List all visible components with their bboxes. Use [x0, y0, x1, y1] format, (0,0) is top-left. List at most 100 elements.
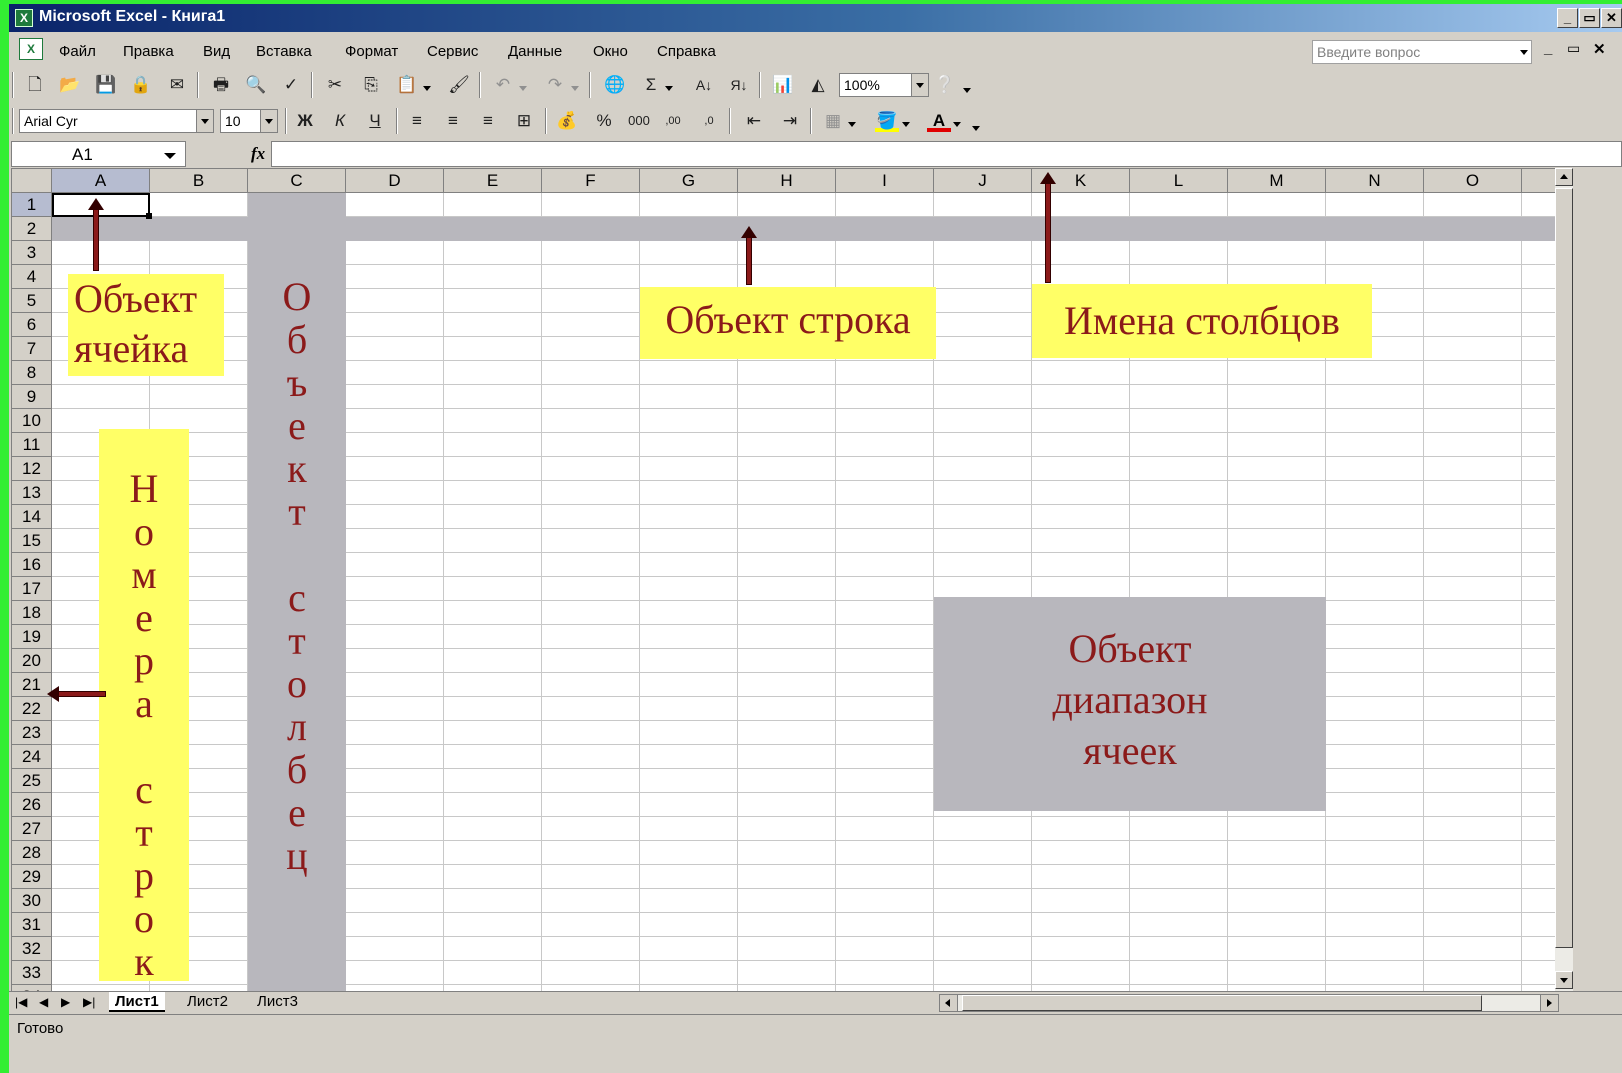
copy-icon[interactable]: ⎘ — [359, 74, 383, 96]
row-header-26[interactable]: 26 — [12, 793, 52, 817]
row-header-2[interactable]: 2 — [12, 217, 52, 241]
row-header-7[interactable]: 7 — [12, 337, 52, 361]
save-icon[interactable]: 💾 — [94, 74, 118, 96]
vertical-scrollbar[interactable] — [1555, 168, 1573, 991]
row-header-23[interactable]: 23 — [12, 721, 52, 745]
row-header-10[interactable]: 10 — [12, 409, 52, 433]
close-button[interactable]: ✕ — [1601, 8, 1622, 28]
help-question-input[interactable] — [1313, 41, 1509, 63]
column-header-g[interactable]: G — [640, 169, 738, 193]
undo-icon[interactable]: ↶ — [491, 74, 515, 96]
undo-dropdown-icon[interactable] — [519, 86, 527, 91]
redo-icon[interactable]: ↷ — [543, 74, 567, 96]
worksheet-grid[interactable]: ABCDEFGHIJKLMNO 1 2 3 4 5 6 7 8 9 10 11 12 13 14 15 16 1… — [11, 168, 1555, 991]
decrease-decimal-button[interactable]: ,0 — [697, 110, 721, 132]
row-header-33[interactable]: 33 — [12, 961, 52, 985]
select-all-corner[interactable] — [12, 169, 52, 193]
workbook-icon[interactable]: X — [19, 38, 43, 60]
row-header-24[interactable]: 24 — [12, 745, 52, 769]
next-sheet-button[interactable]: ▶ — [61, 995, 70, 1009]
decrease-indent-icon[interactable]: ⇤ — [742, 110, 766, 132]
fill-handle[interactable] — [146, 213, 152, 219]
hyperlink-icon[interactable]: 🌐 — [603, 74, 627, 96]
merge-center-icon[interactable]: ⊞ — [512, 110, 536, 132]
open-folder-icon[interactable]: 📂 — [58, 74, 82, 96]
row-header-17[interactable]: 17 — [12, 577, 52, 601]
menu-format[interactable]: Формат — [345, 43, 398, 60]
permission-icon[interactable]: 🔒 — [129, 74, 153, 96]
row-header-25[interactable]: 25 — [12, 769, 52, 793]
increase-indent-icon[interactable]: ⇥ — [778, 110, 802, 132]
column-header-c[interactable]: C — [248, 169, 346, 193]
font-name-dropdown-icon[interactable] — [196, 110, 213, 132]
column-header-b[interactable]: B — [150, 169, 248, 193]
row-header-4[interactable]: 4 — [12, 265, 52, 289]
row-header-9[interactable]: 9 — [12, 385, 52, 409]
column-header-n[interactable]: N — [1326, 169, 1424, 193]
column-header-a[interactable]: A — [52, 169, 150, 193]
row-header-31[interactable]: 31 — [12, 913, 52, 937]
menu-data[interactable]: Данные — [508, 43, 562, 60]
paste-icon[interactable]: 📋 — [395, 74, 419, 96]
row-header-6[interactable]: 6 — [12, 313, 52, 337]
row-header-19[interactable]: 19 — [12, 625, 52, 649]
cut-icon[interactable]: ✂ — [323, 74, 347, 96]
increase-decimal-button[interactable]: ,00 — [661, 110, 685, 132]
fill-color-icon[interactable]: 🪣 — [875, 110, 899, 132]
borders-dropdown-icon[interactable] — [848, 122, 856, 127]
row-header-20[interactable]: 20 — [12, 649, 52, 673]
formula-input[interactable] — [271, 141, 1622, 167]
doc-close-button[interactable]: ✕ — [1593, 40, 1606, 58]
redo-dropdown-icon[interactable] — [571, 86, 579, 91]
font-color-icon[interactable]: A — [927, 110, 951, 132]
insert-function-icon[interactable]: fx — [251, 144, 265, 164]
menu-insert[interactable]: Вставка — [256, 43, 312, 60]
column-header-j[interactable]: J — [934, 169, 1032, 193]
spelling-icon[interactable]: ✓ — [279, 74, 303, 96]
font-color-dropdown-icon[interactable] — [953, 122, 961, 127]
row-header-22[interactable]: 22 — [12, 697, 52, 721]
autosum-dropdown-icon[interactable] — [665, 86, 673, 91]
row-header-29[interactable]: 29 — [12, 865, 52, 889]
scroll-down-button[interactable] — [1555, 971, 1573, 989]
drawing-icon[interactable]: ◭ — [806, 74, 830, 96]
horizontal-scrollbar[interactable] — [939, 994, 1559, 1012]
print-preview-icon[interactable]: 🔍 — [244, 74, 268, 96]
column-header-d[interactable]: D — [346, 169, 444, 193]
align-right-icon[interactable]: ≡ — [476, 110, 500, 132]
row-header-13[interactable]: 13 — [12, 481, 52, 505]
sheet-tab-3[interactable]: Лист3 — [251, 992, 304, 1012]
paste-dropdown-icon[interactable] — [423, 86, 431, 91]
column-header-o[interactable]: O — [1424, 169, 1522, 193]
new-file-icon[interactable]: 🗋 — [23, 74, 47, 96]
row-header-21[interactable]: 21 — [12, 673, 52, 697]
vertical-scroll-thumb[interactable] — [1555, 188, 1573, 948]
chart-wizard-icon[interactable]: 📊 — [771, 74, 795, 96]
row-header-3[interactable]: 3 — [12, 241, 52, 265]
toolbar-options-icon[interactable] — [963, 88, 971, 93]
row-header-27[interactable]: 27 — [12, 817, 52, 841]
font-size-select[interactable]: 10 — [220, 109, 278, 133]
menu-file[interactable]: Файл — [59, 43, 96, 60]
menu-help[interactable]: Справка — [657, 43, 716, 60]
column-header-l[interactable]: L — [1130, 169, 1228, 193]
zoom-select[interactable]: 100% — [839, 73, 929, 97]
menu-view[interactable]: Вид — [203, 43, 230, 60]
horizontal-scroll-thumb[interactable] — [962, 995, 1482, 1011]
row-header-28[interactable]: 28 — [12, 841, 52, 865]
row-header-32[interactable]: 32 — [12, 937, 52, 961]
column-header-m[interactable]: M — [1228, 169, 1326, 193]
last-sheet-button[interactable]: ▶| — [83, 995, 95, 1009]
prev-sheet-button[interactable]: ◀ — [39, 995, 48, 1009]
doc-minimize-button[interactable]: _ — [1544, 40, 1552, 57]
first-sheet-button[interactable]: |◀ — [15, 995, 27, 1009]
zoom-dropdown-icon[interactable] — [911, 74, 928, 96]
row-header-18[interactable]: 18 — [12, 601, 52, 625]
scroll-right-button[interactable] — [1540, 995, 1558, 1011]
underline-button[interactable]: Ч — [363, 110, 387, 132]
sort-descending-icon[interactable]: Я↓ — [727, 74, 751, 96]
restore-button[interactable]: ▭ — [1579, 8, 1600, 28]
toolbar-grip[interactable] — [12, 72, 14, 98]
scroll-left-button[interactable] — [940, 995, 958, 1011]
align-center-icon[interactable]: ≡ — [441, 110, 465, 132]
